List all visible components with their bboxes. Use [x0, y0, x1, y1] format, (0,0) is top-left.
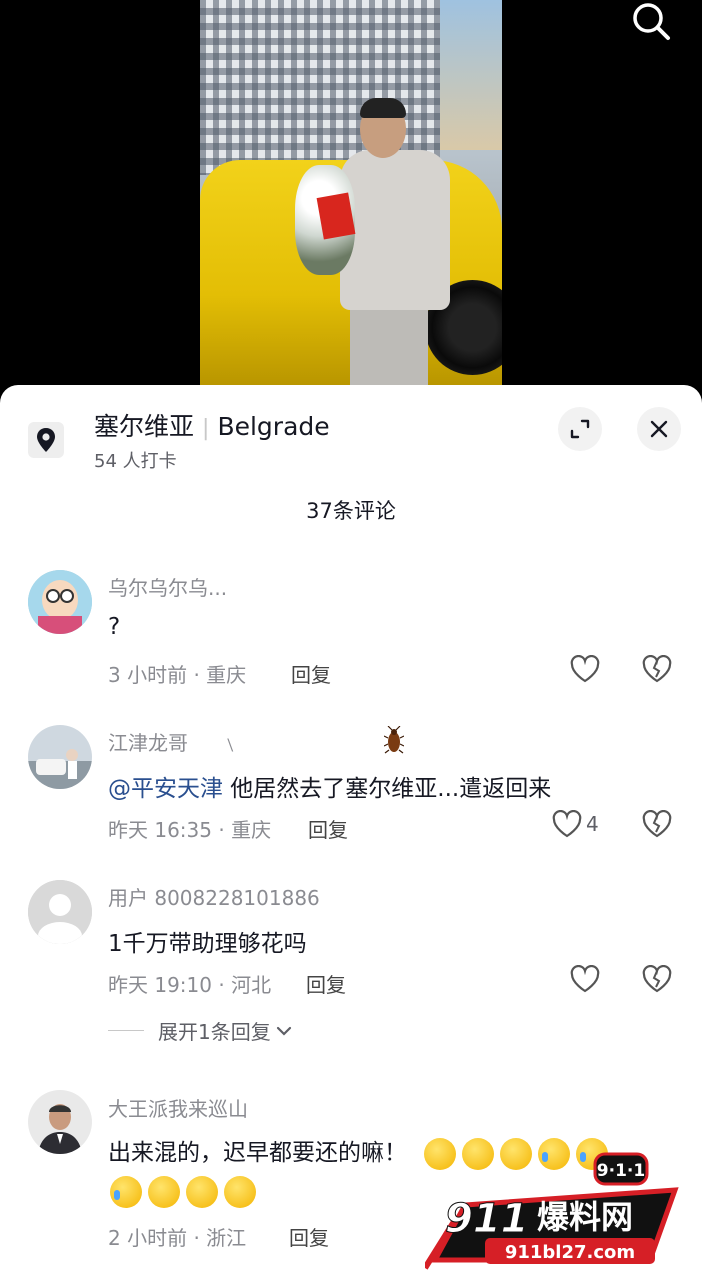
avatar-image	[28, 725, 92, 789]
watermark-title: 爆料网	[537, 1198, 633, 1236]
watermark-top: 9·1·1	[597, 1161, 645, 1181]
smirk-emoji-icon	[148, 1176, 180, 1208]
reply-button[interactable]: 回复	[306, 969, 346, 998]
comment-meta: 昨天 19:10 · 河北	[108, 973, 272, 997]
search-icon	[633, 3, 670, 40]
avatar[interactable]	[28, 570, 92, 634]
avatar[interactable]	[28, 880, 92, 944]
avatar[interactable]	[28, 725, 92, 789]
comment-username[interactable]: 乌尔乌尔乌...	[108, 572, 227, 601]
reply-button[interactable]: 回复	[289, 1222, 329, 1251]
close-icon	[650, 420, 668, 438]
smirk-emoji-icon	[224, 1176, 256, 1208]
watermark-number: 911	[445, 1196, 529, 1242]
dislike-button[interactable]	[642, 654, 672, 687]
person-hair	[360, 98, 406, 118]
reply-button[interactable]: 回复	[308, 814, 348, 843]
person-body	[340, 150, 450, 310]
comment-username-text: 江津龙哥	[108, 731, 188, 755]
location-pin-icon	[28, 422, 64, 458]
comment-meta: 2 小时前 · 浙江	[108, 1226, 247, 1250]
heart-icon	[552, 810, 582, 838]
broken-heart-icon	[642, 654, 672, 683]
background-building	[200, 0, 440, 175]
location-separator: |	[202, 416, 210, 441]
comment-username[interactable]: 江津龙哥 ﹨	[108, 727, 240, 756]
reply-button[interactable]: 回复	[291, 659, 331, 688]
dislike-button[interactable]	[642, 809, 672, 842]
avatar[interactable]	[28, 1090, 92, 1154]
comment-text: @平安天津 他居然去了塞尔维亚...遣返回来	[108, 769, 551, 803]
avatar-image	[28, 1090, 92, 1154]
username-decoration: ﹨	[220, 731, 241, 755]
broken-heart-icon	[642, 964, 672, 993]
checkin-count: 54 人打卡	[94, 451, 177, 472]
video-frame	[200, 0, 502, 385]
like-count: 4	[586, 812, 599, 836]
close-button[interactable]	[637, 407, 681, 451]
smirk-emoji-icon	[186, 1176, 218, 1208]
comment-count: 37条评论	[306, 499, 396, 523]
like-button[interactable]: 4	[552, 810, 599, 838]
like-button[interactable]	[570, 965, 600, 993]
expand-replies-label: 展开1条回复	[158, 1020, 271, 1044]
comment-username[interactable]: 用户 8008228101886	[108, 882, 320, 911]
location-name-cn: 塞尔维亚	[94, 412, 195, 441]
expand-replies-button[interactable]: 展开1条回复	[108, 1016, 293, 1045]
location-name-en: Belgrade	[217, 412, 330, 441]
mention-link[interactable]: @平安天津	[108, 776, 223, 802]
comment-meta: 昨天 16:35 · 重庆	[108, 818, 272, 842]
location-title[interactable]: 塞尔维亚 | Belgrade	[94, 407, 330, 443]
cockroach-icon	[383, 725, 405, 758]
dislike-button[interactable]	[642, 964, 672, 997]
video-player[interactable]	[0, 0, 702, 400]
broken-heart-icon	[642, 809, 672, 838]
comment-meta: 3 小时前 · 重庆	[108, 663, 247, 687]
chevron-down-icon	[276, 1026, 291, 1036]
avatar-image	[28, 570, 92, 634]
expand-divider	[108, 1030, 144, 1031]
comment-body: 出来混的，迟早都要还的嘛！	[108, 1140, 407, 1166]
expand-icon	[570, 419, 590, 439]
comment-body: 他居然去了塞尔维亚...遣返回来	[223, 776, 552, 802]
background-sky	[440, 0, 502, 150]
heart-icon	[570, 655, 600, 683]
emoji-row-2	[110, 1176, 262, 1208]
heart-icon	[570, 965, 600, 993]
expand-button[interactable]	[558, 407, 602, 451]
search-button[interactable]	[628, 0, 674, 44]
comment-username[interactable]: 大王派我来巡山	[108, 1093, 248, 1122]
watermark-logo: 9·1·1 911 爆料网 911bl27.com	[422, 1150, 690, 1275]
watermark-domain: 911bl27.com	[505, 1242, 635, 1263]
laugh-cry-emoji-icon	[110, 1176, 142, 1208]
person-legs	[350, 300, 428, 385]
comment-text: ?	[108, 614, 121, 640]
default-avatar-icon	[28, 880, 92, 944]
like-button[interactable]	[570, 655, 600, 683]
comment-text: 1千万带助理够花吗	[108, 931, 307, 957]
